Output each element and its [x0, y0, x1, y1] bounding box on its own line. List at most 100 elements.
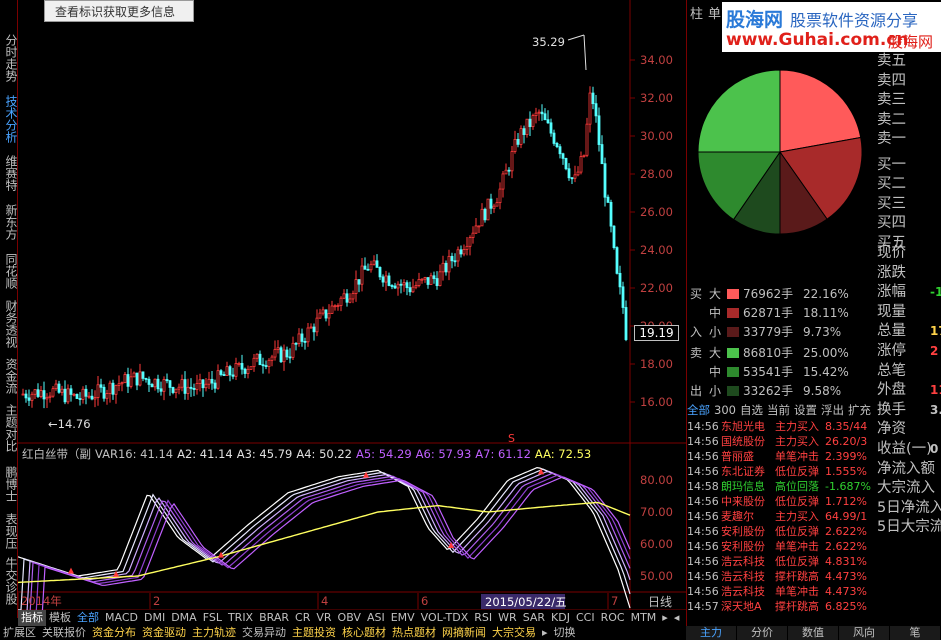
tape-tab-4[interactable]: 设置 — [794, 403, 817, 417]
indicator-name[interactable]: 红白丝带（副 — [22, 447, 91, 461]
flow-percent: 9.58% — [803, 384, 842, 398]
extension-tab-6[interactable]: 主题投资 — [289, 626, 339, 640]
tape-row[interactable]: 14:57 深天地A 撑杆跳高 6.825% — [687, 599, 874, 614]
extension-tab-3[interactable]: 资金驱动 — [139, 626, 189, 640]
indicator-tab-0[interactable]: 指标 — [18, 610, 46, 626]
indicator-tab-8[interactable]: BRAR — [256, 610, 292, 626]
right-bottom-tab-4[interactable]: 笔 — [890, 626, 940, 640]
extension-tab-5[interactable]: 交易异动 — [239, 626, 289, 640]
right-bottom-tab-3[interactable]: 风向 — [839, 626, 889, 640]
extension-tab-0[interactable]: 扩展区 — [0, 626, 39, 640]
indicator-tab-3[interactable]: MACD — [102, 610, 141, 626]
flow-size: 小 — [709, 384, 722, 398]
indicator-tab-15[interactable]: RSI — [471, 610, 495, 626]
indicator-tab-19[interactable]: CCI — [573, 610, 598, 626]
tape-tab-5[interactable]: 浮出 — [821, 403, 844, 417]
tape-row[interactable]: 14:56 国统股份 主力买入 26.20/3 — [687, 434, 874, 449]
right-head-tab-zhu[interactable]: 柱 — [690, 3, 703, 22]
extension-tab-11[interactable]: ▸ — [539, 626, 551, 640]
left-tab-5[interactable]: 财务透视 — [1, 298, 17, 350]
x-tick-label: 2 — [153, 594, 160, 608]
tape-stock-name: 国统股份 — [721, 435, 765, 448]
indicator-tab-22[interactable]: ▸ — [659, 610, 671, 626]
tape-time: 14:56 — [687, 540, 719, 553]
indicator-tab-23[interactable]: ◂ — [671, 610, 683, 626]
indicator-tab-13[interactable]: EMV — [388, 610, 418, 626]
indicator-tab-4[interactable]: DMI — [141, 610, 168, 626]
extension-tab-2[interactable]: 资金分布 — [89, 626, 139, 640]
tape-tab-3[interactable]: 当前 — [767, 403, 790, 417]
candle — [180, 374, 184, 392]
candle — [189, 378, 193, 397]
left-tab-3[interactable]: 新东方 — [1, 200, 17, 244]
tape-row[interactable]: 14:56 普丽盛 单笔冲击 2.399% — [687, 449, 874, 464]
candlestick-chart[interactable]: 34.0032.0030.0028.0026.0024.0022.0020.00… — [18, 0, 686, 618]
left-tab-10[interactable]: 牛交诊股 — [1, 555, 17, 607]
tape-row[interactable]: 14:56 中来股份 低位反弹 1.712% — [687, 494, 874, 509]
extension-tab-4[interactable]: 主力轨迹 — [189, 626, 239, 640]
tape-row[interactable]: 14:56 东旭光电 主力买入 8.35/44 — [687, 419, 874, 434]
extension-tab-7[interactable]: 核心题材 — [339, 626, 389, 640]
left-tab-1[interactable]: 技术分析 — [1, 92, 17, 146]
indicator-tab-16[interactable]: WR — [495, 610, 520, 626]
tape-row[interactable]: 14:56 麦趣尔 主力买入 64.99/1 — [687, 509, 874, 524]
indicator-tick-label: 50.00 — [640, 569, 673, 583]
tape-row[interactable]: 14:56 浩云科技 单笔冲击 4.473% — [687, 584, 874, 599]
period-label[interactable]: 日线 — [648, 595, 672, 609]
extension-tab-8[interactable]: 热点题材 — [389, 626, 439, 640]
indicator-tab-17[interactable]: SAR — [520, 610, 548, 626]
indicator-tab-1[interactable]: 模板 — [46, 610, 74, 626]
tape-stock-name: 安利股份 — [721, 525, 765, 538]
candle — [321, 306, 325, 316]
candle — [498, 182, 502, 210]
flow-amount: 33262手 — [743, 384, 794, 398]
tape-stock-name: 东北证券 — [721, 465, 765, 478]
tape-row[interactable]: 14:56 安利股份 单笔冲击 2.622% — [687, 539, 874, 554]
left-tab-9[interactable]: 表现压 — [1, 510, 17, 552]
left-tab-8[interactable]: 鹏博士 — [1, 462, 17, 506]
indicator-tab-11[interactable]: OBV — [335, 610, 364, 626]
extension-tab-12[interactable]: 切换 — [551, 626, 579, 640]
tape-tab-0[interactable]: 全部 — [687, 403, 710, 417]
left-tab-2[interactable]: 维赛特 — [1, 150, 17, 196]
tape-signal-type: 单笔冲击 — [775, 540, 819, 553]
left-tab-7[interactable]: 主题对比 — [1, 402, 17, 454]
indicator-tab-12[interactable]: ASI — [364, 610, 388, 626]
candle — [144, 377, 148, 383]
right-bottom-tab-2[interactable]: 数值 — [788, 626, 838, 640]
extension-tab-1[interactable]: 关联报价 — [39, 626, 89, 640]
extension-tab-9[interactable]: 网摘新闻 — [439, 626, 489, 640]
right-bottom-tab-0[interactable]: 主力 — [686, 626, 736, 640]
indicator-tab-14[interactable]: VOL-TDX — [418, 610, 472, 626]
tape-row[interactable]: 14:58 朗玛信息 高位回落 -1.687% — [687, 479, 874, 494]
tape-row[interactable]: 14:56 安利股份 低位反弹 2.622% — [687, 524, 874, 539]
tape-row[interactable]: 14:56 东北证券 低位反弹 1.555% — [687, 464, 874, 479]
candle — [369, 260, 373, 273]
right-head-tab-dan[interactable]: 单 — [708, 3, 721, 22]
indicator-tab-2[interactable]: 全部 — [74, 610, 102, 626]
candle — [375, 254, 379, 268]
left-tab-6[interactable]: 资金流 — [1, 355, 17, 397]
candle — [150, 382, 154, 388]
right-bottom-tab-1[interactable]: 分价 — [737, 626, 787, 640]
candle — [408, 281, 412, 296]
tape-tab-1[interactable]: 300 — [714, 403, 736, 417]
indicator-tab-7[interactable]: TRIX — [225, 610, 256, 626]
extension-tab-10[interactable]: 大宗交易 — [489, 626, 539, 640]
indicator-tab-5[interactable]: DMA — [168, 610, 200, 626]
tape-tab-6[interactable]: 扩充 — [848, 403, 871, 417]
left-tab-0[interactable]: 分时走势 — [1, 30, 17, 86]
candle — [117, 375, 121, 392]
indicator-tab-20[interactable]: ROC — [598, 610, 628, 626]
tape-tab-2[interactable]: 自选 — [740, 403, 763, 417]
tape-time: 14:56 — [687, 420, 719, 433]
indicator-tab-6[interactable]: FSL — [200, 610, 225, 626]
indicator-tab-10[interactable]: VR — [313, 610, 334, 626]
indicator-tab-18[interactable]: KDJ — [548, 610, 573, 626]
quote-label: 现价 — [877, 245, 906, 261]
left-tab-4[interactable]: 同花顺 — [1, 248, 17, 294]
tape-row[interactable]: 14:56 浩云科技 撑杆跳高 4.473% — [687, 569, 874, 584]
indicator-tab-9[interactable]: CR — [292, 610, 313, 626]
tape-row[interactable]: 14:56 浩云科技 低位反弹 4.831% — [687, 554, 874, 569]
indicator-tab-21[interactable]: MTM — [628, 610, 660, 626]
